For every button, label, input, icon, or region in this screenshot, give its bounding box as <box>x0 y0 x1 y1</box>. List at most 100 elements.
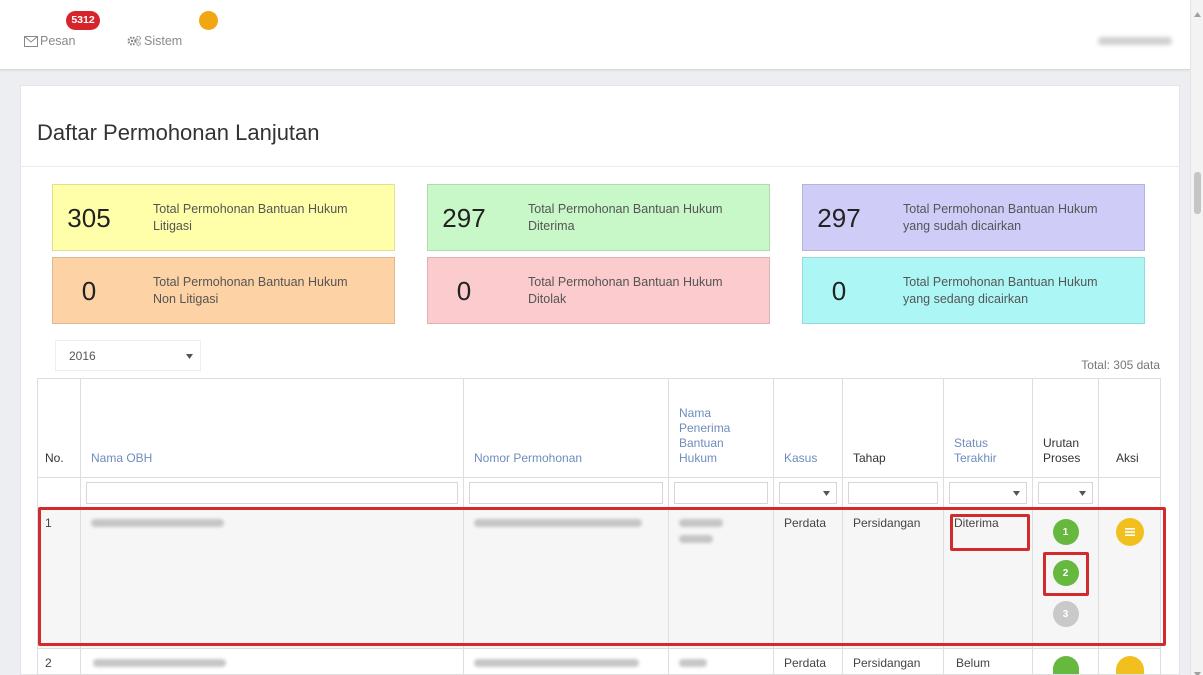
filter-status-select[interactable] <box>949 482 1027 504</box>
filter-kasus-select[interactable] <box>779 482 837 504</box>
cell-nama-obh <box>80 508 464 649</box>
stat-card-ditolak: 0 Total Permohonan Bantuan Hukum Ditolak <box>427 257 770 324</box>
table-filter-row <box>37 477 1161 509</box>
cell-urutan-proses: 1 2 3 <box>1032 508 1099 649</box>
cell-kasus: Perdata <box>773 508 843 649</box>
process-step-1[interactable]: 1 <box>1052 519 1079 545</box>
col-header-label[interactable]: Status Terakhir <box>954 436 997 466</box>
messages-label: Pesan <box>40 34 76 48</box>
col-header-label[interactable]: Nomor Permohonan <box>474 451 582 465</box>
filter-cell-empty <box>37 477 81 509</box>
cell-aksi <box>1098 648 1161 675</box>
stat-label: Total Permohonan Bantuan Hukum Litigasi <box>153 201 348 233</box>
cell-content: Persidangan <box>843 649 943 674</box>
filter-cell <box>80 477 464 509</box>
envelope-icon <box>24 35 40 47</box>
col-header-aksi: Aksi <box>1098 378 1161 478</box>
col-header-label: Urutan Proses <box>1043 436 1081 465</box>
kasus-value: Perdata <box>784 516 827 530</box>
stat-value: 305 <box>67 202 111 233</box>
requests-table: No. Nama OBH Nomor Permohonan Nama Pener… <box>37 378 1161 675</box>
cell-content <box>464 649 668 674</box>
user-menu[interactable] <box>1096 34 1176 48</box>
blurred-text <box>679 519 723 527</box>
stat-card-sudah-dicairkan: 297 Total Permohonan Bantuan Hukum yang … <box>802 184 1145 251</box>
cell-status: Diterima <box>943 508 1033 649</box>
cell-aksi <box>1098 508 1161 649</box>
cell-content <box>1033 649 1098 674</box>
page-scrollbar[interactable] <box>1190 0 1203 675</box>
stat-card-litigasi: 305 Total Permohonan Bantuan Hukum Litig… <box>52 184 395 251</box>
blurred-text <box>679 535 713 543</box>
blurred-username <box>1098 37 1172 45</box>
table-header-row: No. Nama OBH Nomor Permohonan Nama Pener… <box>37 378 1161 478</box>
cell-nama-obh <box>80 648 464 675</box>
filter-nama-obh-input[interactable] <box>86 482 458 504</box>
stat-label: Total Permohonan Bantuan Hukum Non Litig… <box>153 274 348 306</box>
system-notification-badge <box>199 11 218 30</box>
chevron-down-icon <box>1079 491 1086 496</box>
scroll-down-arrow-icon[interactable] <box>1194 664 1201 675</box>
cell-nama-penerima <box>668 508 774 649</box>
col-header-nomor-permohonan[interactable]: Nomor Permohonan <box>463 378 669 478</box>
cell-nama-penerima <box>668 648 774 675</box>
cell-nomor-permohonan <box>463 648 669 675</box>
stat-value: 297 <box>442 202 486 233</box>
cell-content: Perdata <box>774 649 842 674</box>
filter-nomor-permohonan-input[interactable] <box>469 482 663 504</box>
scroll-up-arrow-icon[interactable] <box>1194 4 1201 22</box>
tahap-value: Persidangan <box>853 656 921 670</box>
status-value: Belum <box>956 656 991 670</box>
system-label: Sistem <box>144 34 183 48</box>
col-header-label[interactable]: Kasus <box>784 451 817 465</box>
process-step-3[interactable]: 3 <box>1052 601 1079 627</box>
cell-no: 1 <box>37 508 81 649</box>
filter-cell <box>1032 477 1099 509</box>
blurred-text <box>474 519 642 527</box>
year-select[interactable]: 2016 <box>55 340 201 371</box>
list-icon <box>1124 528 1135 536</box>
col-header-label[interactable]: Nama OBH <box>91 451 152 465</box>
stat-value: 0 <box>81 275 97 306</box>
col-header-nama-penerima[interactable]: Nama Penerima Bantuan Hukum <box>668 378 774 478</box>
col-header-label[interactable]: Nama Penerima Bantuan Hukum <box>679 406 730 466</box>
top-navbar: Pesan 5312 Sistem <box>0 0 1190 70</box>
col-header-status-terakhir[interactable]: Status Terakhir <box>943 378 1033 478</box>
stat-label: Total Permohonan Bantuan Hukum yang suda… <box>903 201 1098 233</box>
cell-content <box>669 649 773 674</box>
blurred-text <box>679 659 707 667</box>
blurred-text <box>91 519 224 527</box>
filter-cell <box>668 477 774 509</box>
cell-no: 2 <box>37 648 81 675</box>
page-title: Daftar Permohonan Lanjutan <box>37 120 320 145</box>
stat-card-sedang-dicairkan: 0 Total Permohonan Bantuan Hukum yang se… <box>802 257 1145 324</box>
system-nav[interactable]: Sistem <box>127 33 182 49</box>
main-panel: Daftar Permohonan Lanjutan 305 Total Per… <box>20 85 1180 675</box>
kasus-value: Perdata <box>784 656 827 670</box>
stat-value: 0 <box>456 275 472 306</box>
cell-tahap: Persidangan <box>842 648 944 675</box>
col-header-tahap: Tahap <box>842 378 944 478</box>
filter-urutan-select[interactable] <box>1038 482 1093 504</box>
cell-urutan-proses <box>1032 648 1099 675</box>
process-step-2[interactable]: 2 <box>1052 560 1079 586</box>
col-header-no: No. <box>37 378 81 478</box>
filter-tahap-input[interactable] <box>848 482 938 504</box>
stat-value: 297 <box>817 202 861 233</box>
table-row: 2 Perdata Persidangan Belum <box>37 648 1161 675</box>
action-menu-button[interactable] <box>1115 518 1144 546</box>
col-header-kasus[interactable]: Kasus <box>773 378 843 478</box>
gears-icon <box>127 35 144 47</box>
process-step-1[interactable] <box>1052 656 1079 674</box>
messages-nav[interactable]: Pesan <box>24 33 75 49</box>
chevron-down-icon <box>823 491 830 496</box>
row-number: 2 <box>45 656 52 670</box>
chevron-down-icon <box>186 354 193 359</box>
col-header-nama-obh[interactable]: Nama OBH <box>80 378 464 478</box>
filter-nama-penerima-input[interactable] <box>674 482 768 504</box>
action-menu-button[interactable] <box>1115 656 1144 674</box>
scroll-thumb[interactable] <box>1194 172 1201 214</box>
filter-cell-empty <box>1098 477 1161 509</box>
table-row: 1 Perdata Persidangan Diterima 1 2 3 <box>37 508 1161 649</box>
total-count: Total: 305 data <box>1081 358 1160 372</box>
